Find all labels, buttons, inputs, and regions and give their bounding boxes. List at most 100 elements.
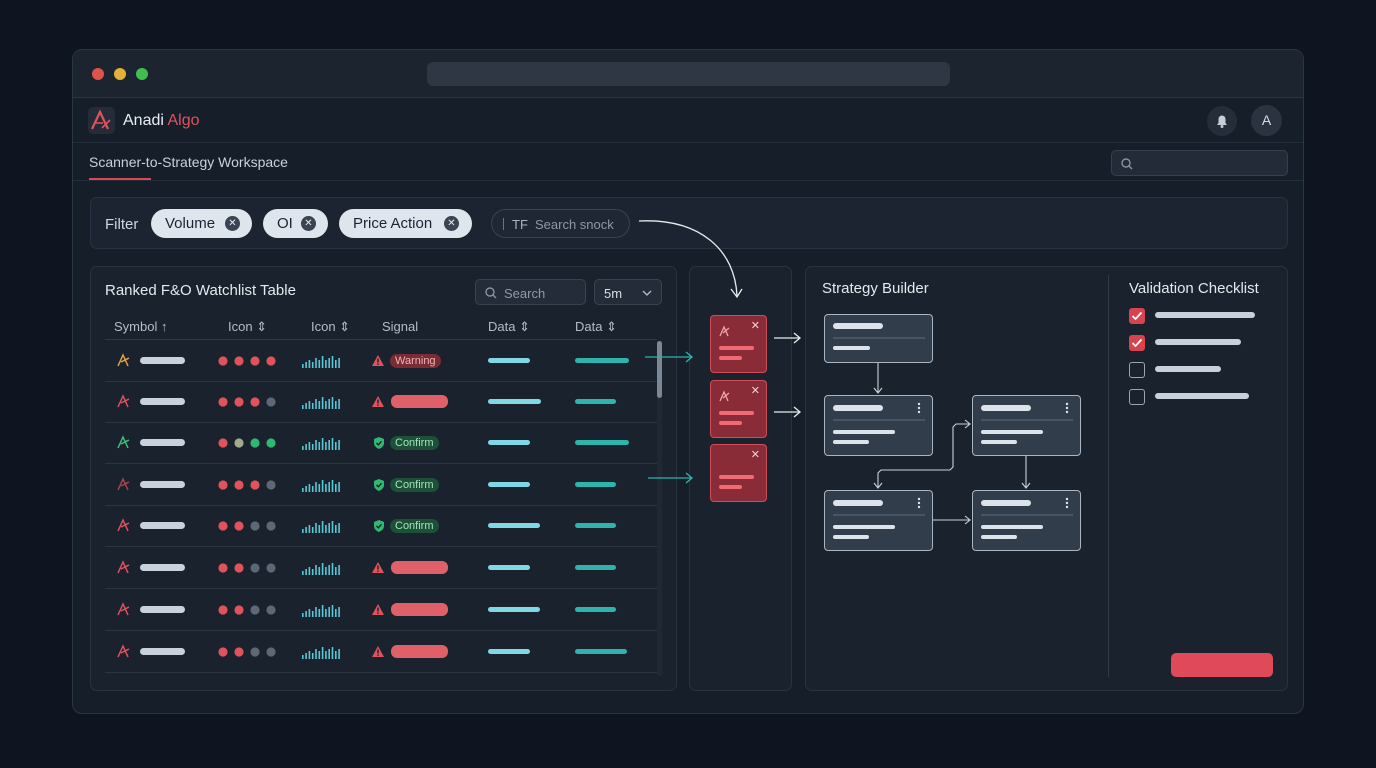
user-avatar[interactable]: A bbox=[1251, 105, 1282, 136]
signal-bar bbox=[391, 603, 448, 616]
data-bar bbox=[575, 565, 616, 570]
table-row[interactable]: Confirm bbox=[105, 505, 657, 547]
timeframe-select[interactable]: 5m bbox=[594, 279, 662, 305]
brand-name: Anadi Algo bbox=[123, 112, 200, 130]
maximize-window-button[interactable] bbox=[136, 68, 148, 80]
symbol-name bbox=[140, 648, 185, 655]
address-bar[interactable] bbox=[427, 62, 950, 86]
sparkline-icon bbox=[302, 438, 340, 450]
sparkline-icon bbox=[302, 521, 340, 533]
column-label: Data bbox=[575, 319, 603, 334]
column-label: Signal bbox=[382, 319, 419, 334]
filter-chip-oi[interactable]: OI ✕ bbox=[263, 209, 328, 238]
table-row[interactable] bbox=[105, 589, 657, 631]
symbol-name bbox=[140, 564, 185, 571]
sort-icon: ⇕ bbox=[519, 319, 530, 334]
shield-check-icon bbox=[374, 437, 384, 449]
table-row[interactable]: Confirm bbox=[105, 464, 657, 506]
signal-bar bbox=[391, 395, 448, 408]
remove-chip-icon[interactable]: ✕ bbox=[301, 216, 316, 231]
status-dots bbox=[218, 438, 276, 448]
status-dots bbox=[218, 480, 276, 490]
checklist-checkbox[interactable] bbox=[1129, 389, 1145, 405]
checklist-checkbox[interactable] bbox=[1129, 308, 1145, 324]
table-row[interactable] bbox=[105, 381, 657, 423]
column-header-signal[interactable]: Signal bbox=[382, 319, 418, 334]
symbol-icon bbox=[117, 602, 130, 616]
submit-strategy-button[interactable] bbox=[1171, 653, 1273, 677]
close-icon[interactable]: ✕ bbox=[751, 448, 760, 461]
sort-icon: ⇕ bbox=[339, 319, 351, 334]
logo-icon bbox=[88, 107, 115, 134]
column-header-icon-2[interactable]: Icon ⇕ bbox=[311, 319, 350, 335]
symbol-icon bbox=[117, 560, 130, 574]
status-badge: Warning bbox=[390, 354, 441, 368]
symbol-name bbox=[140, 606, 185, 613]
sort-icon: ⇕ bbox=[606, 319, 617, 334]
checklist-item-text bbox=[1155, 366, 1221, 372]
scrollbar-thumb[interactable] bbox=[657, 341, 662, 398]
data-bar bbox=[575, 358, 629, 363]
signal-queue-panel: ✕ ✕ ✕ bbox=[689, 266, 792, 691]
close-icon[interactable]: ✕ bbox=[751, 319, 760, 332]
tf-prefix: TF bbox=[512, 217, 528, 232]
data-bar bbox=[575, 649, 627, 654]
remove-chip-icon[interactable]: ✕ bbox=[444, 216, 459, 231]
column-header-data-2[interactable]: Data ⇕ bbox=[575, 319, 617, 335]
checklist-item-text bbox=[1155, 393, 1249, 399]
status-dots bbox=[218, 356, 276, 366]
sort-asc-icon: ↑ bbox=[160, 319, 168, 334]
bell-icon bbox=[1217, 115, 1227, 128]
data-bar bbox=[488, 523, 540, 528]
sparkline-icon bbox=[302, 356, 340, 368]
symbol-name bbox=[140, 481, 185, 488]
symbol-name bbox=[140, 439, 185, 446]
filter-chip-price-action[interactable]: Price Action ✕ bbox=[339, 209, 472, 238]
workspace-tab[interactable]: Scanner-to-Strategy Workspace bbox=[89, 154, 288, 170]
sparkline-icon bbox=[302, 397, 340, 409]
notifications-button[interactable] bbox=[1207, 106, 1237, 136]
queued-signal-card[interactable]: ✕ bbox=[710, 380, 767, 438]
check-icon bbox=[1131, 338, 1143, 348]
close-window-button[interactable] bbox=[92, 68, 104, 80]
filter-chip-volume[interactable]: Volume ✕ bbox=[151, 209, 252, 238]
column-header-data-1[interactable]: Data ⇕ bbox=[488, 319, 530, 335]
app-window: Anadi Algo A Scanner-to-Strategy Workspa… bbox=[72, 49, 1304, 714]
checklist-checkbox[interactable] bbox=[1129, 362, 1145, 378]
symbol-name bbox=[140, 398, 185, 405]
remove-chip-icon[interactable]: ✕ bbox=[225, 216, 240, 231]
column-label: Icon bbox=[228, 319, 253, 334]
table-row[interactable] bbox=[105, 547, 657, 589]
data-bar bbox=[488, 358, 530, 363]
table-row[interactable]: Confirm bbox=[105, 422, 657, 464]
search-icon bbox=[485, 287, 497, 299]
sparkline-icon bbox=[302, 563, 340, 575]
global-search-input[interactable] bbox=[1111, 150, 1288, 176]
status-badge: Confirm bbox=[390, 436, 439, 450]
column-label: Symbol bbox=[114, 319, 158, 334]
checklist-checkbox[interactable] bbox=[1129, 335, 1145, 351]
brand-accent: Algo bbox=[167, 112, 200, 129]
queued-signal-card[interactable]: ✕ bbox=[710, 444, 767, 502]
data-bar bbox=[575, 523, 616, 528]
queued-signal-card[interactable]: ✕ bbox=[710, 315, 767, 373]
minimize-window-button[interactable] bbox=[114, 68, 126, 80]
status-dots bbox=[218, 397, 276, 407]
table-row[interactable] bbox=[105, 631, 657, 673]
data-bar bbox=[488, 565, 530, 570]
table-row[interactable]: Warning bbox=[105, 340, 657, 382]
search-icon bbox=[1121, 158, 1133, 170]
symbol-icon bbox=[117, 644, 130, 658]
checklist-item-text bbox=[1155, 339, 1241, 345]
close-icon[interactable]: ✕ bbox=[751, 384, 760, 397]
column-header-symbol[interactable]: Symbol ↑ bbox=[114, 319, 167, 334]
strategy-builder-panel: Strategy Builder Validation Checklist bbox=[805, 266, 1288, 691]
data-bar bbox=[488, 440, 530, 445]
watchlist-search-input[interactable]: Search bbox=[475, 279, 586, 305]
column-header-icon-1[interactable]: Icon ⇕ bbox=[228, 319, 267, 335]
workspace-bar: Scanner-to-Strategy Workspace bbox=[73, 143, 1303, 181]
symbol-icon bbox=[117, 353, 130, 367]
status-badge: Confirm bbox=[390, 519, 439, 533]
status-badge: Confirm bbox=[390, 478, 439, 492]
stock-search-input[interactable]: TF Search snock bbox=[491, 209, 630, 238]
